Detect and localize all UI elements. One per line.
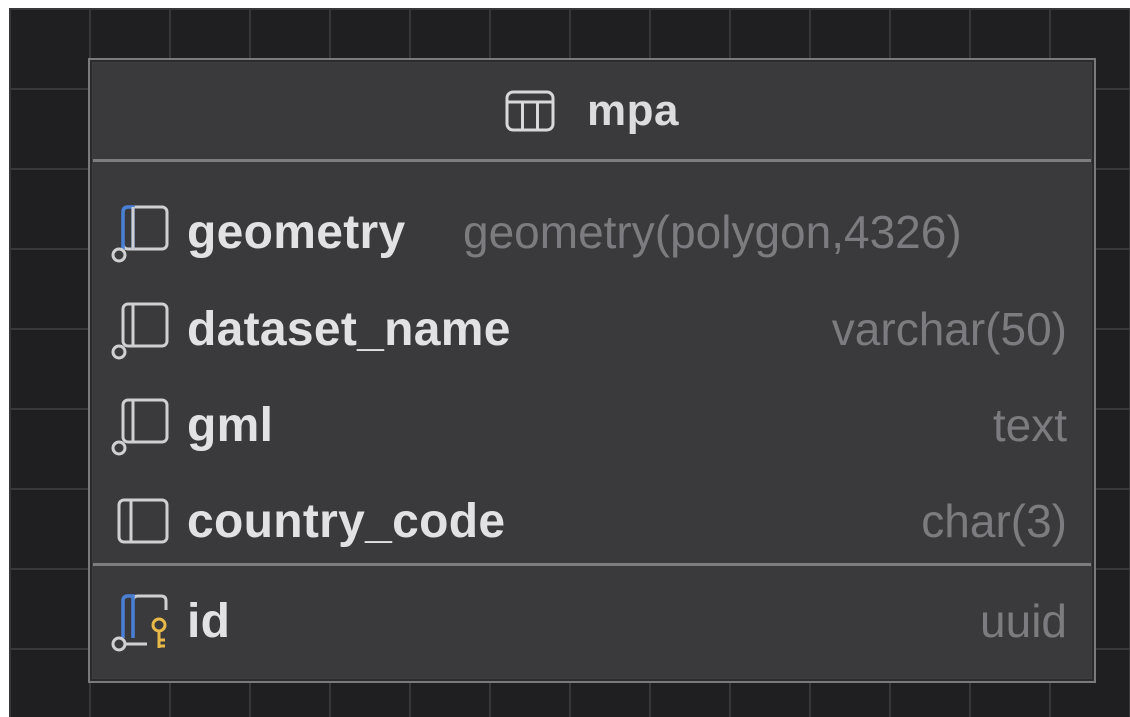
column-row-id[interactable]: id uuid <box>93 573 1091 669</box>
column-type: geometry(polygon,4326) <box>463 206 962 258</box>
column-indexed-icon <box>111 398 169 456</box>
column-type: varchar(50) <box>831 303 1067 355</box>
entity-body: mpa geometry geometry(polygon,4326) data… <box>92 62 1092 679</box>
column-not-null-indexed-icon <box>111 205 169 263</box>
column-name: country_code <box>187 494 506 548</box>
key-section-divider <box>93 563 1091 566</box>
column-row-geometry[interactable]: geometry geometry(polygon,4326) <box>93 184 1091 280</box>
column-type: char(3) <box>921 495 1067 547</box>
column-row-gml[interactable]: gml text <box>93 377 1091 473</box>
column-row-dataset-name[interactable]: dataset_name varchar(50) <box>93 281 1091 377</box>
table-entity-mpa[interactable]: mpa geometry geometry(polygon,4326) data… <box>88 58 1096 683</box>
primary-key-column-icon <box>111 594 168 652</box>
entity-header[interactable]: mpa <box>93 63 1091 159</box>
diagram-canvas[interactable]: mpa geometry geometry(polygon,4326) data… <box>9 8 1130 717</box>
column-name: id <box>187 594 231 648</box>
column-indexed-icon <box>111 302 169 360</box>
column-icon <box>117 498 169 544</box>
header-divider <box>93 159 1091 162</box>
column-type: uuid <box>980 595 1067 647</box>
table-icon <box>505 90 555 132</box>
table-name: mpa <box>587 86 679 135</box>
column-row-country-code[interactable]: country_code char(3) <box>93 473 1091 569</box>
column-name: gml <box>187 398 274 452</box>
column-name: geometry <box>187 205 406 259</box>
column-name: dataset_name <box>187 302 511 356</box>
column-type: text <box>992 399 1067 451</box>
entity-footer <box>93 661 1091 678</box>
